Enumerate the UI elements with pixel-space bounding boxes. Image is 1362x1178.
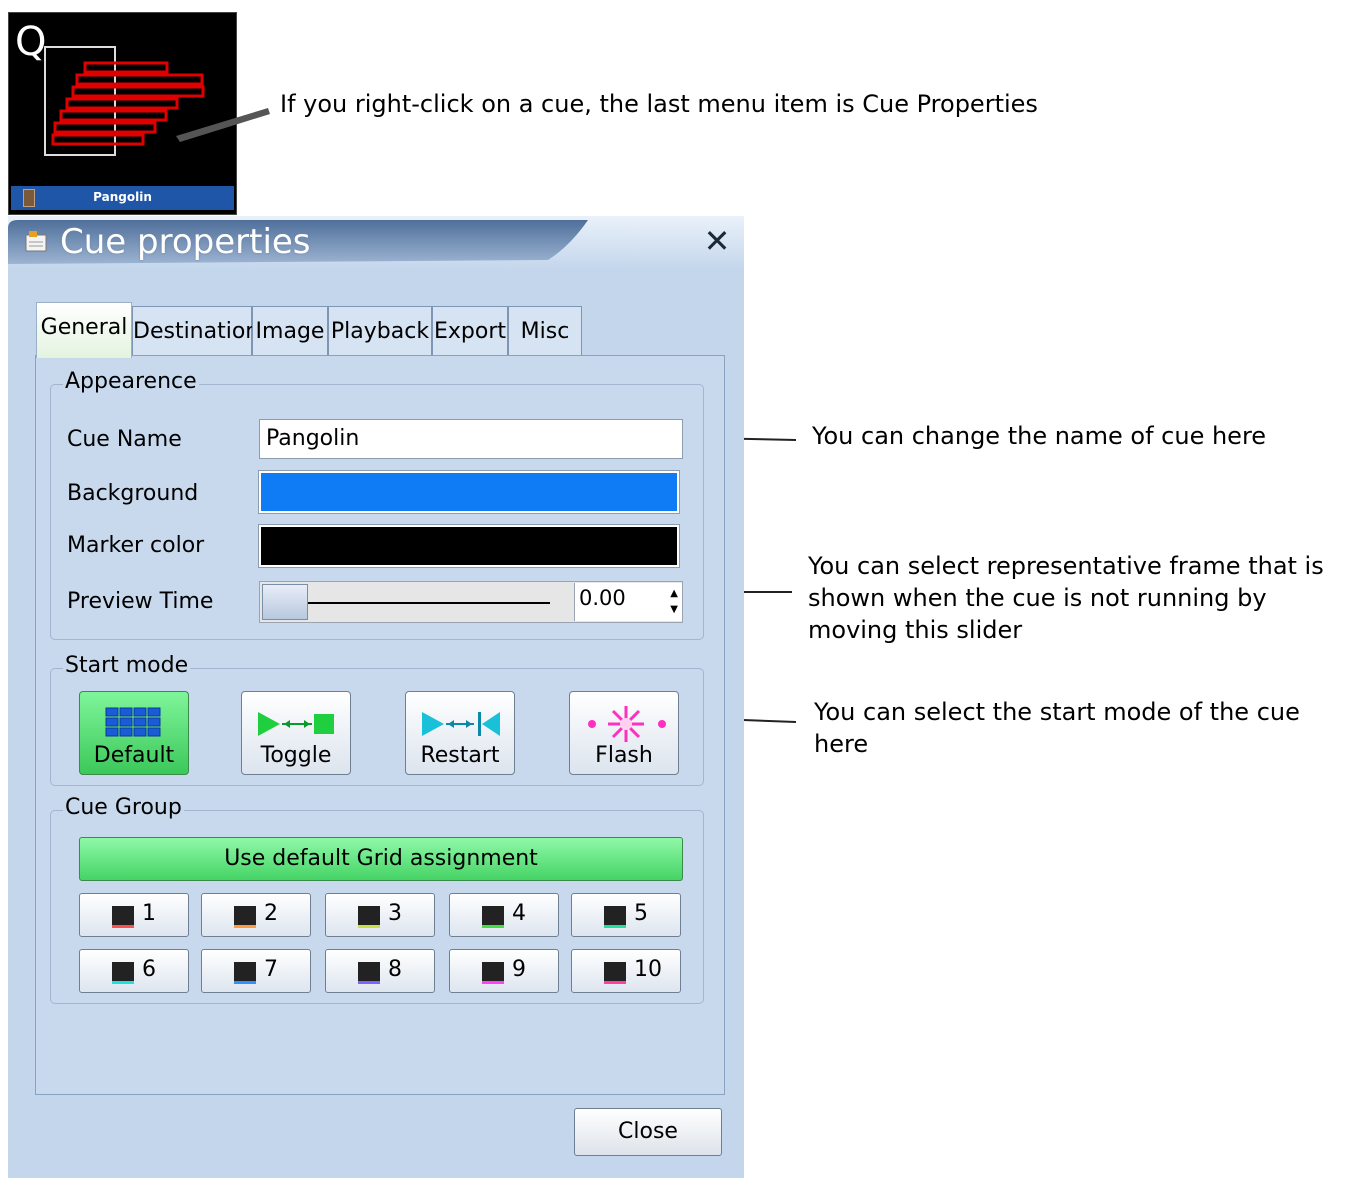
group-color-icon bbox=[234, 962, 256, 984]
cue-group-number: 3 bbox=[388, 901, 402, 926]
group-color-icon bbox=[112, 962, 134, 984]
start-mode-toggle-label: Toggle bbox=[260, 743, 332, 768]
preview-slider-thumb[interactable] bbox=[262, 584, 308, 620]
cue-properties-icon bbox=[25, 231, 47, 252]
tab-playback[interactable]: Playback bbox=[328, 306, 432, 356]
cue-group-4-button[interactable]: 4 bbox=[449, 893, 559, 937]
cue-group-8-button[interactable]: 8 bbox=[325, 949, 435, 993]
group-color-icon bbox=[234, 906, 256, 928]
appearance-group: Appearence Cue Name Pangolin Background … bbox=[50, 369, 704, 640]
cue-group-number: 1 bbox=[142, 901, 156, 926]
cue-group-number: 8 bbox=[388, 957, 402, 982]
preview-time-control: 0.00 ▲ ▼ bbox=[259, 581, 683, 623]
group-color-icon bbox=[358, 962, 380, 984]
cue-group-7-button[interactable]: 7 bbox=[201, 949, 311, 993]
close-button[interactable]: Close bbox=[574, 1108, 722, 1156]
cue-group-number: 6 bbox=[142, 957, 156, 982]
toggle-icon bbox=[258, 712, 334, 736]
preview-time-label: Preview Time bbox=[67, 589, 214, 614]
cue-group-1-button[interactable]: 1 bbox=[79, 893, 189, 937]
cue-group-5-button[interactable]: 5 bbox=[571, 893, 681, 937]
group-color-icon bbox=[112, 906, 134, 928]
background-label: Background bbox=[67, 481, 199, 506]
cue-name-label: Cue Name bbox=[67, 427, 182, 452]
annotation-start-mode-line1: You can select the start mode of the cue bbox=[814, 698, 1300, 726]
use-default-grid-button[interactable]: Use default Grid assignment bbox=[79, 837, 683, 881]
group-color-icon bbox=[482, 906, 504, 928]
start-mode-restart-button[interactable]: Restart bbox=[405, 691, 515, 775]
annotation-right-click: If you right-click on a cue, the last me… bbox=[280, 90, 1038, 118]
cue-name-input[interactable]: Pangolin bbox=[259, 419, 683, 459]
start-mode-group: Start mode Default Toggle Restart Flash bbox=[50, 653, 704, 786]
start-mode-flash-label: Flash bbox=[595, 743, 653, 768]
start-mode-restart-label: Restart bbox=[420, 743, 500, 768]
group-color-icon bbox=[482, 962, 504, 984]
annotation-start-mode-line2: here bbox=[814, 730, 869, 758]
cue-group-number: 7 bbox=[264, 957, 278, 982]
cue-properties-dialog: Cue properties ✕ General Destination Ima… bbox=[8, 216, 744, 1178]
cue-group-3-button[interactable]: 3 bbox=[325, 893, 435, 937]
start-mode-default-button[interactable]: Default bbox=[79, 691, 189, 775]
marker-color-picker[interactable] bbox=[258, 524, 680, 568]
dialog-title: Cue properties bbox=[60, 222, 311, 262]
appearance-group-title: Appearence bbox=[63, 369, 199, 394]
tab-image[interactable]: Image bbox=[252, 306, 328, 356]
tab-general[interactable]: General bbox=[36, 302, 132, 358]
start-mode-group-title: Start mode bbox=[63, 653, 191, 678]
start-mode-flash-button[interactable]: Flash bbox=[569, 691, 679, 775]
cue-group-number: 10 bbox=[634, 957, 662, 982]
flash-icon bbox=[588, 706, 666, 742]
cue-group-number: 9 bbox=[512, 957, 526, 982]
preview-time-value: 0.00 bbox=[579, 586, 626, 610]
cue-group-9-button[interactable]: 9 bbox=[449, 949, 559, 993]
restart-icon bbox=[422, 712, 500, 736]
group-color-icon bbox=[358, 906, 380, 928]
general-tab-page: Appearence Cue Name Pangolin Background … bbox=[35, 355, 725, 1095]
cue-group-6-button[interactable]: 6 bbox=[79, 949, 189, 993]
spin-up-icon[interactable]: ▲ bbox=[670, 589, 678, 599]
cue-group-number: 2 bbox=[264, 901, 278, 926]
marker-color-label: Marker color bbox=[67, 533, 205, 558]
cue-group-title: Cue Group bbox=[63, 795, 184, 820]
tab-export[interactable]: Export bbox=[432, 306, 508, 356]
tab-misc[interactable]: Misc bbox=[508, 306, 582, 356]
tab-destination[interactable]: Destination bbox=[132, 306, 259, 356]
cue-group-group: Cue Group Use default Grid assignment 1 … bbox=[50, 795, 704, 1004]
close-icon[interactable]: ✕ bbox=[702, 225, 732, 257]
cue-group-2-button[interactable]: 2 bbox=[201, 893, 311, 937]
grid-icon bbox=[105, 707, 161, 737]
annotation-frame-line1: You can select representative frame that… bbox=[808, 552, 1324, 580]
start-mode-toggle-button[interactable]: Toggle bbox=[241, 691, 351, 775]
cue-group-10-button[interactable]: 10 bbox=[571, 949, 681, 993]
annotation-change-name: You can change the name of cue here bbox=[812, 422, 1267, 450]
annotation-frame-line2: shown when the cue is not running by bbox=[808, 584, 1267, 612]
cue-group-number: 4 bbox=[512, 901, 526, 926]
spin-down-icon[interactable]: ▼ bbox=[670, 605, 678, 615]
cue-group-number: 5 bbox=[634, 901, 648, 926]
preview-time-spinner[interactable]: 0.00 ▲ ▼ bbox=[574, 583, 682, 621]
background-color-picker[interactable] bbox=[258, 470, 680, 514]
annotation-frame-line3: moving this slider bbox=[808, 616, 1023, 644]
group-color-icon bbox=[604, 962, 626, 984]
group-color-icon bbox=[604, 906, 626, 928]
start-mode-default-label: Default bbox=[93, 743, 175, 768]
preview-slider-track[interactable] bbox=[306, 602, 550, 604]
